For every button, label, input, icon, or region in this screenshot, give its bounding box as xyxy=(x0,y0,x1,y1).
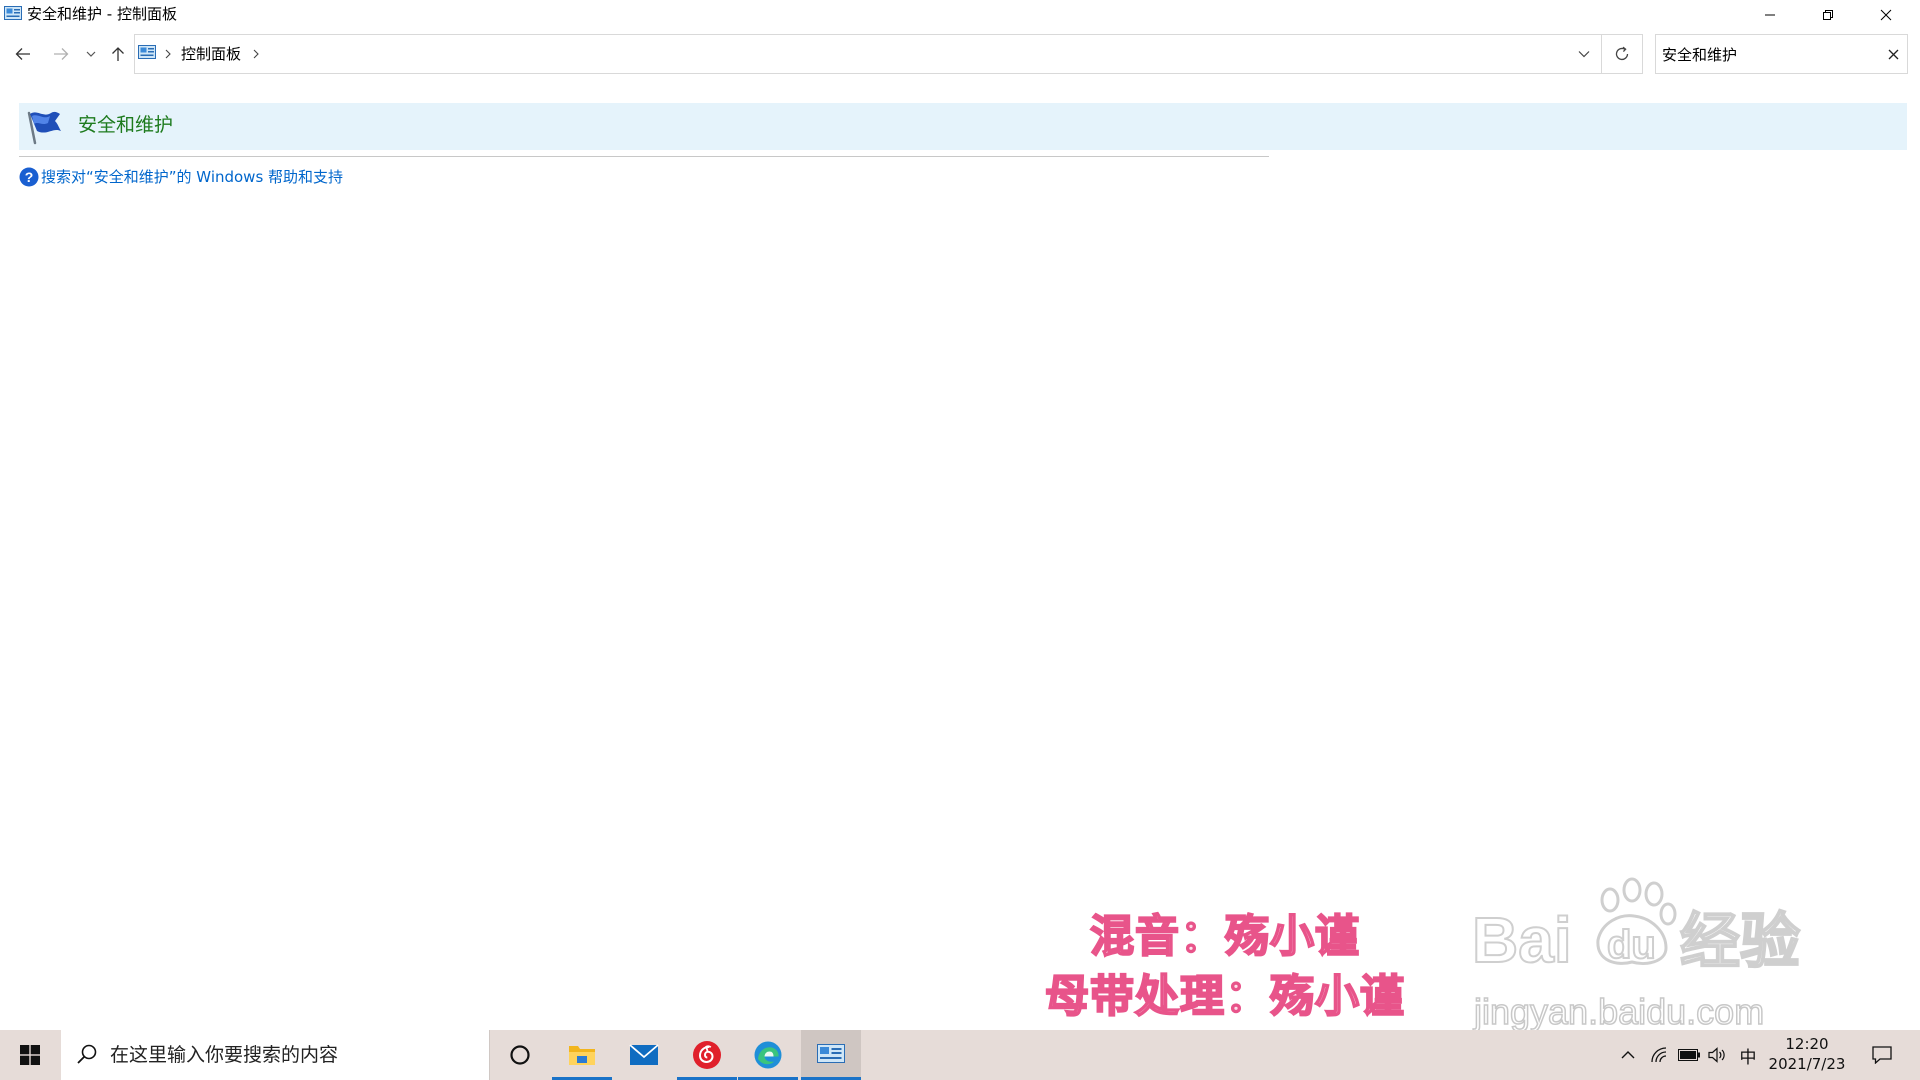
control-panel-icon xyxy=(4,6,22,22)
search-box[interactable] xyxy=(1655,34,1908,74)
up-button[interactable] xyxy=(104,34,132,74)
svg-text:du: du xyxy=(1607,923,1656,967)
file-explorer-icon xyxy=(569,1046,595,1065)
taskbar: 在这里输入你要搜索的内容 中 12:20 2021/7/23 xyxy=(0,1030,1920,1080)
network-icon xyxy=(1651,1047,1667,1063)
edge-icon xyxy=(754,1041,782,1069)
help-icon: ? xyxy=(19,167,39,187)
netease-music-icon xyxy=(693,1041,721,1069)
network-button[interactable] xyxy=(1646,1030,1672,1080)
battery-button[interactable] xyxy=(1674,1030,1704,1080)
close-icon xyxy=(1888,49,1898,59)
navigation-bar: 控制面板 xyxy=(0,34,1920,74)
taskbar-app-control-panel[interactable] xyxy=(801,1030,861,1080)
help-link-text[interactable]: 搜索对“安全和维护”的 Windows 帮助和支持 xyxy=(41,167,343,187)
address-dropdown-button[interactable] xyxy=(1567,35,1601,73)
control-panel-icon xyxy=(817,1044,845,1063)
clock-date: 2021/7/23 xyxy=(1768,1055,1846,1073)
address-bar[interactable]: 控制面板 xyxy=(134,34,1602,74)
baidu-jingyan-url: jingyan.baidu.com xyxy=(1473,990,1765,1033)
control-panel-icon xyxy=(138,45,156,61)
taskbar-app-netease-music[interactable] xyxy=(677,1030,737,1080)
search-input[interactable] xyxy=(1662,43,1872,65)
cortana-button[interactable] xyxy=(490,1030,550,1080)
taskbar-app-mail[interactable] xyxy=(614,1030,674,1080)
volume-icon xyxy=(1708,1047,1725,1063)
restore-icon xyxy=(1823,9,1833,20)
recent-locations-button[interactable] xyxy=(80,34,102,74)
cortana-icon xyxy=(510,1045,530,1065)
watermark-credit-mastering: 母带处理：殇小谨 xyxy=(1044,970,1405,1023)
minimize-icon xyxy=(1765,14,1775,15)
window-title: 安全和维护 - 控制面板 xyxy=(27,5,177,23)
baidu-jingyan-logo: Bai du 经验 xyxy=(1470,870,1818,970)
taskbar-app-file-explorer[interactable] xyxy=(552,1030,612,1080)
taskbar-search-placeholder[interactable]: 在这里输入你要搜索的内容 xyxy=(110,1044,338,1066)
refresh-icon xyxy=(1615,46,1629,61)
minimize-button[interactable] xyxy=(1741,0,1799,29)
clear-search-button[interactable] xyxy=(1879,35,1907,73)
start-button[interactable] xyxy=(0,1030,60,1080)
arrow-right-icon xyxy=(54,48,69,60)
action-center-button[interactable] xyxy=(1862,1030,1902,1080)
svg-text:Bai: Bai xyxy=(1472,904,1572,970)
breadcrumb-item-control-panel[interactable]: 控制面板 xyxy=(181,44,241,64)
title-bar: 安全和维护 - 控制面板 xyxy=(0,0,1920,29)
restore-button[interactable] xyxy=(1799,0,1857,29)
search-result-item[interactable]: 安全和维护 xyxy=(19,103,1907,150)
mail-icon xyxy=(629,1044,659,1065)
clock[interactable]: 12:20 2021/7/23 xyxy=(1765,1034,1849,1074)
refresh-button[interactable] xyxy=(1601,34,1643,74)
taskbar-search-box[interactable]: 在这里输入你要搜索的内容 xyxy=(61,1030,490,1080)
notification-icon xyxy=(1872,1046,1892,1064)
breadcrumb-chevron-right-icon[interactable] xyxy=(161,45,175,63)
volume-button[interactable] xyxy=(1704,1030,1730,1080)
watermark-credit-mixing: 混音：殇小谨 xyxy=(1089,910,1360,963)
back-button[interactable] xyxy=(8,34,38,74)
search-icon xyxy=(75,1043,99,1067)
close-icon xyxy=(1880,9,1892,20)
arrow-up-icon xyxy=(112,47,124,61)
close-button[interactable] xyxy=(1857,0,1915,29)
input-method-indicator[interactable]: 中 xyxy=(1733,1030,1763,1080)
forward-button[interactable] xyxy=(46,34,76,74)
breadcrumb-chevron-right-icon[interactable] xyxy=(249,45,263,63)
show-hidden-icons-button[interactable] xyxy=(1616,1030,1640,1080)
divider xyxy=(19,156,1269,157)
svg-text:经验: 经验 xyxy=(1680,907,1800,970)
windows-help-link[interactable]: ? 搜索对“安全和维护”的 Windows 帮助和支持 xyxy=(19,167,343,187)
battery-icon xyxy=(1678,1049,1700,1061)
taskbar-app-edge[interactable] xyxy=(738,1030,798,1080)
windows-logo-icon xyxy=(20,1045,40,1065)
chevron-up-icon xyxy=(1621,1051,1635,1059)
chevron-down-icon xyxy=(1578,51,1590,58)
clock-time: 12:20 xyxy=(1785,1035,1829,1053)
svg-text:?: ? xyxy=(25,169,34,185)
result-title[interactable]: 安全和维护 xyxy=(78,112,173,138)
arrow-left-icon xyxy=(15,48,30,60)
flag-icon xyxy=(23,107,63,147)
chevron-down-icon xyxy=(86,51,96,57)
